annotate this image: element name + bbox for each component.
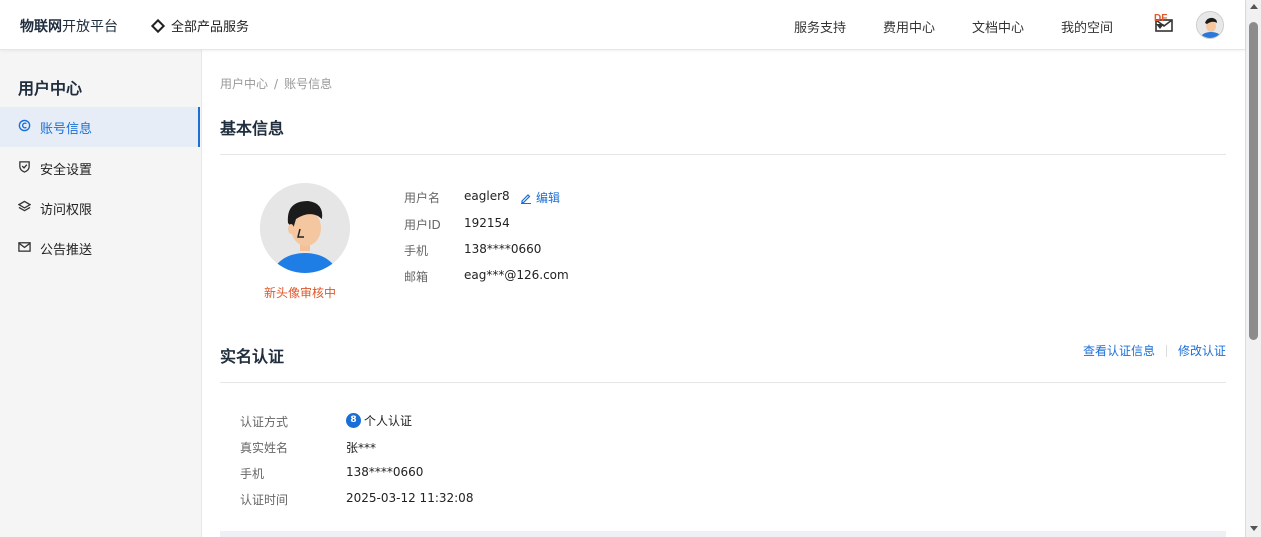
top-nav-links: 服务支持 费用中心 文档中心 我的空间 [794,17,1201,36]
nav-service-support[interactable]: 服务支持 [794,17,846,36]
breadcrumb-parent[interactable]: 用户中心 [220,77,268,91]
all-products-label: 全部产品服务 [171,20,250,35]
real-name-auth-title: 实名认证 [220,347,285,366]
top-navbar: 物联网开放平台 全部产品服务 服务支持 费用中心 文档中心 我的空间 DF [0,0,1245,50]
auth-phone-value: 138****0660 [346,465,424,479]
all-products-menu[interactable]: 全部产品服务 [150,16,250,35]
sidebar-item-announcements[interactable]: 公告推送 [0,228,200,268]
brand-logo[interactable]: 物联网开放平台 [20,16,118,36]
mail-icon [18,240,31,257]
edit-username-button[interactable]: 编辑 [520,189,560,206]
breadcrumb-separator: / [274,77,279,91]
auth-method-label: 认证方式 [240,415,289,429]
sidebar: 用户中心 账号信息 安全设置 访问权限 公告推送 [0,50,202,537]
userid-value: 192154 [464,216,510,230]
layers-icon [17,200,32,217]
sidebar-item-security[interactable]: 安全设置 [0,148,200,188]
sidebar-item-account-info[interactable]: 账号信息 [0,107,200,147]
sidebar-item-label: 访问权限 [40,202,93,218]
sidebar-item-label: 安全设置 [40,162,93,178]
page-scrollbar[interactable] [1245,0,1261,537]
nav-docs-center[interactable]: 文档中心 [972,17,1024,36]
scroll-down-arrow-icon[interactable] [1250,526,1258,531]
next-section-edge [220,531,1226,537]
brand-name-rest: 开放平台 [62,19,118,35]
sidebar-item-label: 账号信息 [40,121,93,137]
nav-billing-center[interactable]: 费用中心 [883,17,935,36]
my-space-dropdown[interactable]: 我的空间 [1061,17,1201,36]
breadcrumb-current: 账号信息 [284,77,333,91]
scroll-up-arrow-icon[interactable] [1250,4,1258,9]
real-name-value: 张*** [346,441,377,455]
profile-avatar[interactable] [260,183,350,273]
avatar-review-status: 新头像审核中 [264,286,337,300]
auth-method-text: 个人认证 [364,413,413,428]
my-space-label: 我的空间 [1061,21,1114,36]
message-badge: DF [1154,13,1167,24]
username-value: eagler8 [464,189,510,203]
user-avatar[interactable] [1196,11,1224,39]
breadcrumb: 用户中心 / 账号信息 [220,75,332,92]
separator [1165,344,1167,357]
email-value: eag***@126.com [464,268,569,282]
auth-actions: 查看认证信息 修改认证 [1083,342,1226,359]
sidebar-item-access[interactable]: 访问权限 [0,188,200,228]
phone-value: 138****0660 [464,242,542,256]
sidebar-title: 用户中心 [18,79,83,98]
diamond-icon [150,18,166,33]
message-icon[interactable]: DF [1153,12,1175,34]
pencil-icon [521,193,531,204]
divider [220,154,1226,155]
scroll-thumb[interactable] [1249,22,1258,340]
main-content: 用户中心 / 账号信息 基本信息 新头像审核中 用户名 eagler8 编辑 用户I… [220,50,1226,537]
auth-phone-label: 手机 [240,467,265,481]
basic-info-title: 基本信息 [220,119,285,138]
sidebar-item-label: 公告推送 [40,242,93,258]
view-auth-info-link[interactable]: 查看认证信息 [1083,342,1155,359]
phone-label: 手机 [404,244,429,258]
brand-name-bold: 物联网 [20,19,62,35]
shield-icon [18,160,31,177]
account-icon [18,119,31,136]
edit-label: 编辑 [536,191,561,205]
real-name-label: 真实姓名 [240,441,289,455]
divider [220,382,1226,383]
person-badge-icon: 8 [346,412,361,428]
userid-label: 用户ID [404,218,441,232]
auth-method-value: 8 个人认证 [346,411,412,429]
auth-time-value: 2025-03-12 11:32:08 [346,491,474,505]
email-label: 邮箱 [404,270,429,284]
auth-time-label: 认证时间 [240,493,289,507]
username-label: 用户名 [404,191,441,205]
modify-auth-link[interactable]: 修改认证 [1178,342,1226,359]
